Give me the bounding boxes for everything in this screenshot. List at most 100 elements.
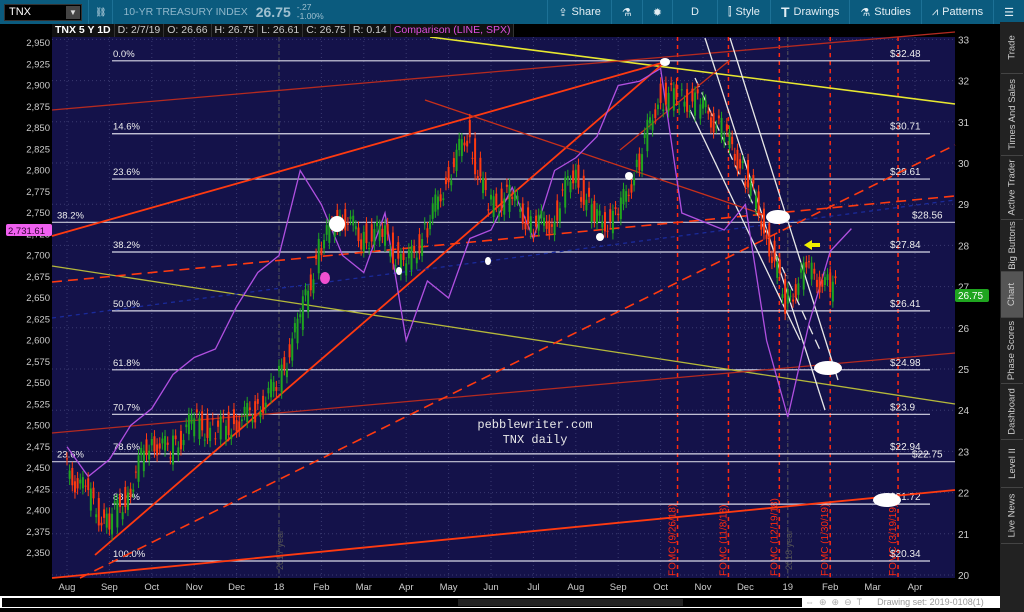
candle-body [466,140,469,147]
candle-body [320,247,323,256]
x-tick-label: Aug [59,582,76,593]
candle-body [447,166,450,183]
drawing-set-label[interactable]: Drawing set: 2019-0108(1) [877,597,984,607]
candle-body [309,274,312,291]
x-tick-label: Oct [653,582,668,593]
left-axis-tick: 2,475 [26,442,50,453]
candle-body [667,92,670,112]
candle-body [572,170,575,184]
marker-dot [814,361,842,375]
scrollbar-thumb[interactable] [458,599,683,606]
text-tool-icon[interactable]: T [857,597,863,607]
pan-icon[interactable]: ⇔ [805,597,814,607]
candle-body [662,109,665,112]
candle-body [471,157,474,159]
left-axis-tick: 2,525 [26,399,50,410]
fib-price-label: $30.71 [890,122,921,133]
candle-body [111,513,114,535]
x-tick-label: Aug [567,582,584,593]
candle-body [166,442,169,445]
candle-body [558,208,561,222]
candle-body [484,178,487,191]
year-marker-label: 2017 year [275,530,285,570]
left-axis-tick: 2,500 [26,421,50,432]
candle-body [346,223,349,225]
candle-body [251,420,254,423]
candle-body [352,215,355,226]
candle-body [365,223,368,244]
candle-body [206,414,209,438]
right-axis-tick: 21 [958,530,970,541]
candle-body [497,213,500,217]
candle-body [68,470,71,479]
comparison-label[interactable]: Comparison (LINE, SPX) [390,24,515,37]
candle-body [707,110,710,114]
candle-body [211,418,214,420]
left-spx-axis[interactable]: 2,350 2,375 2,400 2,425 2,450 2,475 2,500 2,525… [26,38,50,559]
candle-body [574,169,577,183]
current-price-badge: 26.75 [958,291,983,302]
right-axis-tick: 24 [958,406,970,417]
candle-body [503,198,506,215]
side-tab-times-and-sales[interactable]: Times And Sales [1001,74,1023,156]
candle-body [148,450,151,460]
side-tab-level-ii[interactable]: Level II [1001,440,1023,488]
zoom-in-icon[interactable]: ⊕ [832,597,840,608]
fib-pct-label: 23.6% [113,167,140,178]
left-axis-tick: 2,875 [26,102,50,113]
candle-body [413,245,416,253]
candle-body [354,226,357,230]
candle-body [312,279,315,294]
side-tab-dashboard[interactable]: Dashboard [1001,384,1023,440]
candle-body [810,262,813,280]
candle-body [768,223,771,257]
left-axis-tick: 2,575 [26,357,50,368]
candle-body [267,387,270,394]
left-axis-tick: 2,950 [26,38,50,49]
candle-body [92,487,95,499]
time-axis[interactable]: Aug Sep Oct Nov Dec 18 Feb Mar Apr May Jun Jul Aug Se… [59,582,923,593]
candle-body [794,284,797,298]
candle-body [792,299,795,302]
price-chart[interactable]: 2017 year 2018 year FOMC (9/26/18) FOMC (1… [0,0,1000,596]
crosshair-icon[interactable]: ⊕ [819,597,827,608]
list-icon: ☰ [1004,6,1014,19]
candle-body [702,97,704,109]
side-tab-phase-scores[interactable]: Phase Scores [1001,318,1023,384]
bar-high: H: 26.75 [211,24,259,37]
side-tab-active-trader[interactable]: Active Trader [1001,156,1023,220]
candle-body [137,455,140,482]
candle-body [248,407,251,411]
zoom-out-icon[interactable]: ⊖ [844,597,852,608]
fib-pct-label: 0.0% [113,49,135,60]
candle-body [452,158,455,168]
candle-body [113,501,116,504]
side-tab-label: Level II [1006,448,1018,479]
candle-body [201,411,204,431]
candle-body [291,338,294,361]
side-tab-big-buttons[interactable]: Big Buttons [1001,220,1023,272]
candle-body [619,197,622,220]
x-tick-label: 18 [274,582,285,593]
candle-body [174,435,177,440]
candle-body [307,290,310,313]
candle-body [442,198,445,200]
left-axis-tick: 2,350 [26,548,50,559]
side-tab-chart[interactable]: Chart [1001,272,1023,318]
candle-body [476,176,479,179]
candle-body [150,438,153,446]
candle-body [71,468,74,486]
candle-body [733,153,736,161]
right-axis-tick: 30 [958,159,970,170]
right-price-axis[interactable]: 2021222324252627282930313233 [958,35,970,582]
candle-body [84,485,87,487]
side-tab-trade[interactable]: Trade [1001,22,1023,74]
left-axis-tick: 2,550 [26,378,50,389]
candle-body [81,477,84,489]
candle-body [444,177,447,185]
x-tick-label: Sep [610,582,627,593]
side-tab-live-news[interactable]: Live News [1001,488,1023,544]
candle-body [254,401,257,423]
x-tick-label: Dec [228,582,245,593]
candle-body [614,207,617,210]
